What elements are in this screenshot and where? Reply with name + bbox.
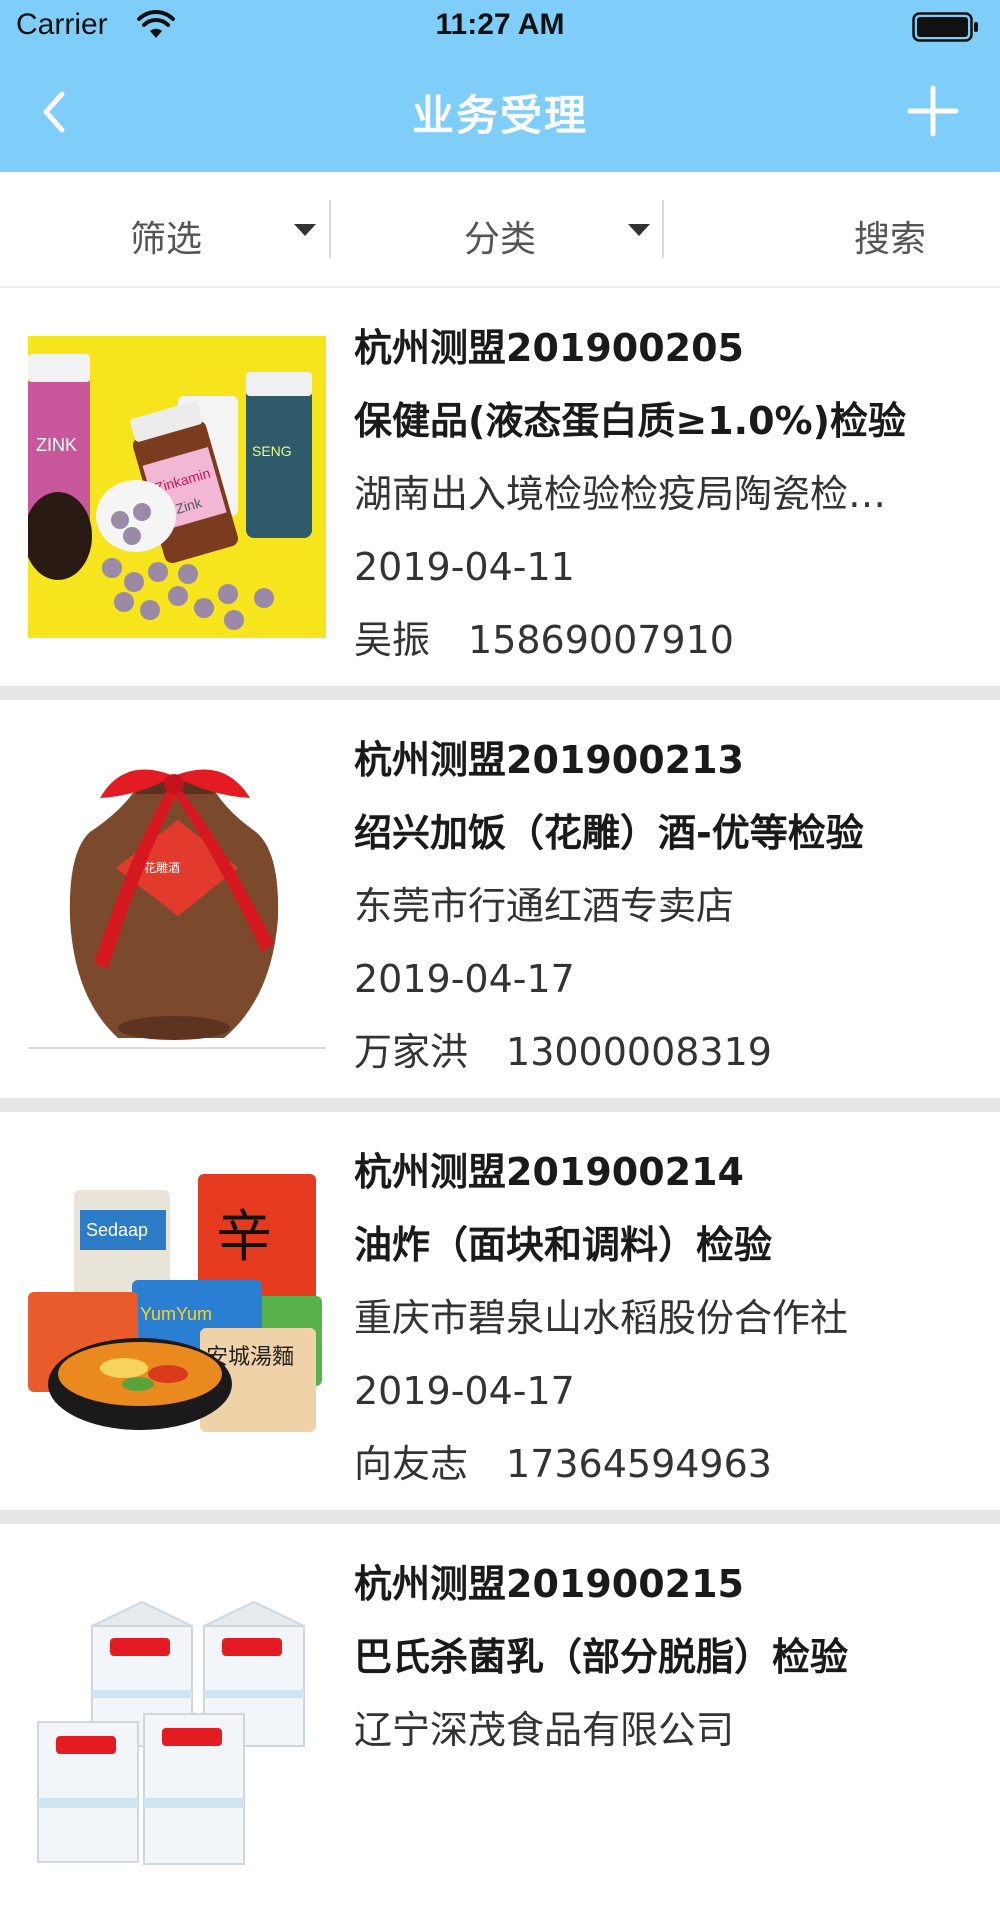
status-time: 11:27 AM <box>435 8 565 41</box>
item-contact: 万家洪 <box>354 1030 469 1074</box>
list-item[interactable]: Sedaap 辛 YumYum 安城湯麵 杭州测盟201900214 油炸（面块… <box>0 1112 1000 1510</box>
item-date: 2019-04-11 <box>354 545 575 589</box>
supplement-bottles-image: ZINK SENG Zinkamin Zink <box>28 336 326 638</box>
svg-text:辛: 辛 <box>216 1205 272 1270</box>
item-company: 东莞市行通红酒专卖店 <box>354 884 735 928</box>
item-code: 杭州测盟201900215 <box>354 1562 744 1606</box>
item-title: 巴氏杀菌乳（部分脱脂）检验 <box>354 1635 849 1679</box>
item-date: 2019-04-17 <box>354 957 575 1001</box>
item-phone: 13000008319 <box>506 1030 772 1074</box>
filter-dropdown[interactable]: 筛选 <box>0 172 330 286</box>
item-company: 湖南出入境检验检疫局陶瓷检… <box>354 472 887 516</box>
battery-icon <box>912 12 978 42</box>
list-item[interactable]: 花雕酒 杭州测盟201900213 绍兴加饭（花雕）酒-优等检验 东莞市行通红酒… <box>0 700 1000 1098</box>
svg-text:ZINK: ZINK <box>36 435 77 455</box>
item-title: 油炸（面块和调料）检验 <box>354 1223 773 1267</box>
item-contact-row: 吴振 15869007910 <box>354 604 972 677</box>
svg-text:SENG: SENG <box>252 443 292 459</box>
item-code: 杭州测盟201900213 <box>354 738 744 782</box>
item-contact: 吴振 <box>354 618 431 662</box>
item-title: 保健品(液态蛋白质≥1.0%)检验 <box>354 399 906 443</box>
caret-down-icon <box>294 224 316 236</box>
filter-label: 筛选 <box>130 219 203 260</box>
instant-noodles-image: Sedaap 辛 YumYum 安城湯麵 <box>28 1160 326 1462</box>
add-button[interactable] <box>906 84 960 138</box>
search-label: 搜索 <box>854 219 927 260</box>
svg-text:花雕酒: 花雕酒 <box>144 860 180 875</box>
search-button[interactable]: 搜索 <box>664 172 1000 286</box>
header-bar: Carrier 11:27 AM 业务受理 <box>0 0 1000 172</box>
item-phone: 15869007910 <box>468 618 734 662</box>
item-company: 辽宁深茂食品有限公司 <box>354 1708 735 1752</box>
item-contact-row: 向友志 17364594963 <box>354 1428 972 1501</box>
svg-text:Sedaap: Sedaap <box>86 1220 148 1240</box>
item-code: 杭州测盟201900205 <box>354 326 744 370</box>
page-title: 业务受理 <box>411 91 588 140</box>
status-bar: Carrier 11:27 AM <box>0 0 1000 56</box>
list-separator <box>0 1098 1000 1112</box>
navigation-bar: 业务受理 <box>0 56 1000 172</box>
divider <box>329 200 331 258</box>
caret-down-icon <box>628 224 650 236</box>
list-item[interactable]: ZINK SENG Zinkamin Zink 杭州测盟201900205 保健… <box>0 288 1000 686</box>
filter-bar: 筛选 分类 搜索 <box>0 172 1000 288</box>
item-contact-row: 万家洪 13000008319 <box>354 1016 972 1089</box>
item-code: 杭州测盟201900214 <box>354 1150 744 1194</box>
list-separator <box>0 1510 1000 1524</box>
item-date: 2019-04-17 <box>354 1369 575 1413</box>
item-title: 绍兴加饭（花雕）酒-优等检验 <box>354 811 864 855</box>
list-item[interactable]: 杭州测盟201900215 巴氏杀菌乳（部分脱脂）检验 辽宁深茂食品有限公司 <box>0 1524 1000 1922</box>
category-dropdown[interactable]: 分类 <box>332 172 662 286</box>
category-label: 分类 <box>464 219 537 260</box>
list-separator <box>0 686 1000 700</box>
milk-cartons-image <box>28 1572 326 1874</box>
svg-text:YumYum: YumYum <box>140 1304 212 1324</box>
item-phone: 17364594963 <box>506 1442 772 1486</box>
item-company: 重庆市碧泉山水稻股份合作社 <box>354 1296 849 1340</box>
wine-jar-image: 花雕酒 <box>28 748 326 1050</box>
item-contact: 向友志 <box>354 1442 469 1486</box>
